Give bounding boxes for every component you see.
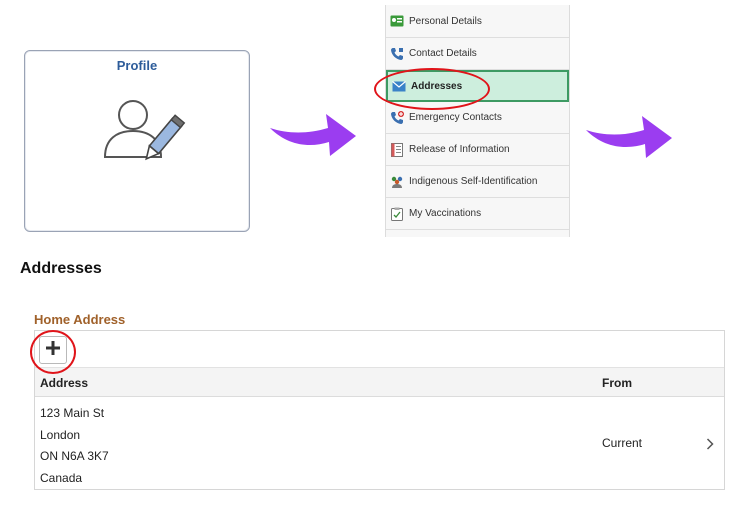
chevron-right-icon[interactable] [706, 437, 714, 455]
address-line: London [40, 427, 81, 442]
envelope-icon [392, 79, 406, 93]
people-icon [390, 175, 404, 189]
menu-item-contact-details[interactable]: Contact Details [386, 38, 569, 70]
arrow-right-icon [584, 110, 674, 165]
address-grid: Address From 123 Main St London ON N6A 3… [34, 330, 725, 490]
column-header-address: Address [40, 376, 89, 390]
profile-title: Profile [116, 58, 158, 73]
from-cell: Current [602, 436, 643, 450]
address-line: ON N6A 3K7 [40, 449, 109, 463]
arrow-right-icon [268, 108, 358, 163]
menu-item-label: My Vaccinations [409, 208, 482, 219]
address-line: 123 Main St [40, 406, 105, 420]
address-line: Canada [40, 470, 83, 485]
emergency-phone-icon [390, 110, 404, 125]
clipboard-icon [390, 207, 404, 221]
section-title-home-address: Home Address [34, 312, 126, 327]
grid-toolbar [35, 331, 724, 368]
plus-icon [46, 340, 60, 360]
column-header-from: From [602, 376, 632, 390]
menu-item-label: Personal Details [409, 15, 482, 27]
menu-item-label: Contact Details [409, 48, 477, 59]
address-cell: 123 Main St London ON N6A 3K7 Canada [40, 403, 109, 489]
user-edit-icon [101, 95, 201, 180]
menu-item-label: Addresses [411, 80, 463, 92]
menu-item-indigenous-self-identification[interactable]: Indigenous Self-Identification [386, 166, 569, 198]
menu-item-personal-details[interactable]: Personal Details [386, 5, 569, 38]
document-icon [390, 142, 404, 157]
table-row[interactable]: 123 Main St London ON N6A 3K7 Canada Cur… [35, 397, 724, 490]
menu-item-label: Emergency Contacts [409, 112, 502, 123]
menu-item-release-of-information[interactable]: Release of Information [386, 134, 569, 166]
profile-menu: Personal Details Contact Details Address… [385, 5, 570, 237]
grid-header: Address From [35, 368, 724, 397]
phone-icon [390, 47, 404, 61]
id-card-icon [390, 14, 404, 28]
menu-item-label: Indigenous Self-Identification [409, 176, 538, 187]
page-title: Addresses [20, 260, 102, 277]
menu-item-my-vaccinations[interactable]: My Vaccinations [386, 198, 569, 230]
menu-item-emergency-contacts[interactable]: Emergency Contacts [386, 102, 569, 134]
menu-item-label: Release of Information [409, 144, 510, 155]
menu-item-addresses[interactable]: Addresses [386, 70, 569, 102]
add-address-button[interactable] [39, 336, 67, 364]
profile-tile[interactable]: Profile [24, 50, 250, 232]
